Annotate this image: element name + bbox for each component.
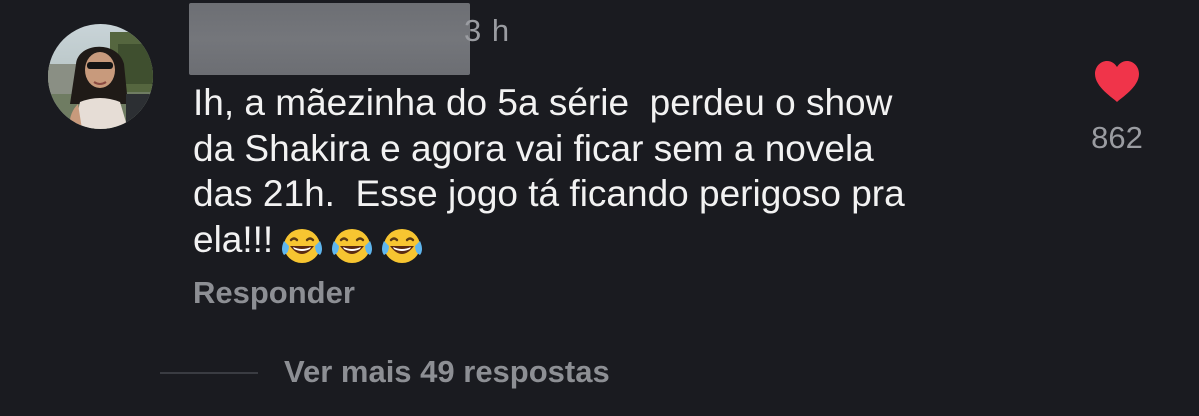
username-redacted xyxy=(189,3,470,75)
comment-body: Ih, a mãezinha do 5a série perdeu o show… xyxy=(193,80,1043,271)
like-group: 862 xyxy=(1084,60,1150,156)
avatar[interactable] xyxy=(48,24,153,129)
heart-icon[interactable] xyxy=(1093,60,1141,104)
view-more-replies-button[interactable]: Ver mais 49 respostas xyxy=(284,354,610,390)
replies-divider xyxy=(160,372,258,374)
reply-button[interactable]: Responder xyxy=(193,275,355,311)
face-with-tears-of-joy-icon xyxy=(282,228,323,263)
comment-item: 3 h Ih, a mãezinha do 5a série perdeu o … xyxy=(0,0,1199,416)
emoji-group xyxy=(279,226,429,272)
face-with-tears-of-joy-icon xyxy=(382,228,423,263)
avatar-photo xyxy=(48,24,153,129)
like-count: 862 xyxy=(1091,120,1143,155)
face-with-tears-of-joy-icon xyxy=(332,228,373,263)
comment-timestamp: 3 h xyxy=(464,13,511,48)
